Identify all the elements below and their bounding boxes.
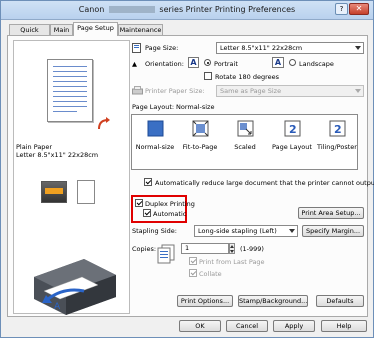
duplex-printing-label[interactable]: Duplex Printing — [145, 200, 195, 208]
layout-normal-size[interactable]: Normal-size — [135, 120, 175, 164]
orientation-label: Orientation: — [145, 60, 184, 68]
portrait-icon: A — [188, 57, 199, 68]
layout-page-layout[interactable]: 2 Page Layout — [272, 120, 312, 164]
layout-scaled[interactable]: Scaled — [225, 120, 265, 164]
printer-duplex-illustration: A — [34, 259, 116, 315]
page-size-icon — [132, 43, 141, 53]
copies-label: Copies: — [132, 245, 157, 253]
landscape-icon: A — [272, 57, 284, 68]
automatic-checkbox[interactable] — [143, 209, 151, 217]
specify-margin-button[interactable]: Specify Margin... — [302, 225, 364, 237]
tiling-glyph: 2 — [334, 123, 342, 136]
layout-tiling-poster-label: Tiling/Poster — [317, 143, 357, 151]
page-setup-panel: Plain Paper Letter 8.5"x11" 22x28cm A Pa… — [7, 35, 374, 317]
auto-reduce-label[interactable]: Automatically reduce large document that… — [155, 179, 374, 187]
page-layout-label: Page Layout: — [132, 103, 175, 111]
collate-label[interactable]: Collate — [199, 270, 222, 278]
printer-paper-size-label: Printer Paper Size: — [145, 87, 205, 95]
tab-page-setup[interactable]: Page Setup — [73, 22, 118, 36]
ok-button[interactable]: OK — [179, 320, 221, 332]
copies-input[interactable]: 1 — [181, 243, 229, 254]
normal-size-icon — [147, 120, 164, 137]
apply-button[interactable]: Apply — [273, 320, 315, 332]
close-button[interactable]: ✕ — [349, 3, 369, 15]
automatic-label[interactable]: Automatic — [153, 210, 186, 218]
stapling-side-value: Long-side stapling (Left) — [198, 227, 277, 235]
tab-main[interactable]: Main — [50, 24, 73, 35]
title-text: series Printer Printing Preferences — [159, 5, 296, 14]
layout-scaled-label: Scaled — [234, 143, 256, 151]
layout-fit-to-page[interactable]: Fit-to-Page — [180, 120, 220, 164]
rotate-180-label[interactable]: Rotate 180 degrees — [215, 73, 279, 81]
tiling-poster-icon: 2 — [329, 120, 346, 137]
copies-range: (1-999) — [240, 245, 264, 253]
page-size-select[interactable]: Letter 8.5"x11" 22x28cm — [216, 42, 364, 54]
paper-source-icon — [41, 181, 67, 203]
preview-media-type: Plain Paper — [16, 143, 53, 151]
orientation-bullet: ▲ — [132, 60, 137, 68]
page-size-label: Page Size: — [145, 44, 179, 52]
printer-paper-size-value: Same as Page Size — [220, 87, 282, 95]
paper-icon — [77, 180, 95, 204]
page-size-value: Letter 8.5"x11" 22x28cm — [220, 44, 303, 52]
print-options-button[interactable]: Print Options... — [177, 295, 233, 307]
cancel-button[interactable]: Cancel — [226, 320, 268, 332]
auto-reduce-checkbox[interactable] — [144, 178, 152, 186]
title-brand: Canon — [78, 5, 105, 14]
defaults-button[interactable]: Defaults — [316, 295, 364, 307]
chevron-down-icon — [355, 46, 361, 50]
layout-tiling-poster[interactable]: 2 Tiling/Poster — [317, 120, 357, 164]
landscape-label[interactable]: Landscape — [299, 60, 334, 68]
printer-paper-size-select[interactable]: Same as Page Size — [216, 85, 364, 97]
portrait-label[interactable]: Portrait — [214, 60, 238, 68]
printer-preferences-window: Canon series Printer Printing Preference… — [0, 0, 374, 338]
title-bar: Canon series Printer Printing Preference… — [1, 1, 373, 20]
redacted-model-name — [108, 6, 155, 13]
landscape-radio[interactable] — [289, 59, 296, 66]
printer-icon — [132, 86, 143, 95]
portrait-radio[interactable] — [204, 59, 211, 66]
collate-checkbox[interactable] — [189, 269, 197, 277]
duplex-printing-checkbox[interactable] — [135, 199, 143, 207]
print-area-setup-button[interactable]: Print Area Setup... — [298, 207, 364, 219]
spin-up-icon — [230, 245, 234, 248]
scaled-icon — [237, 120, 254, 137]
print-from-last-page-checkbox[interactable] — [189, 257, 197, 265]
rotate-180-checkbox[interactable] — [204, 72, 212, 80]
page-layout-glyph: 2 — [289, 123, 297, 136]
preview-paper-size: Letter 8.5"x11" 22x28cm — [16, 151, 99, 159]
fit-to-page-icon — [192, 120, 209, 137]
page-layout-value: Normal-size — [176, 103, 215, 111]
svg-text:A: A — [54, 302, 61, 312]
page-layout-list: Normal-size Fit-to-Page Scaled 2 Page La… — [131, 114, 358, 170]
chevron-down-icon — [289, 229, 295, 233]
stapling-side-label: Stapling Side: — [132, 227, 177, 235]
stamp-background-button[interactable]: Stamp/Background... — [238, 295, 308, 307]
window-title: Canon series Printer Printing Preference… — [1, 5, 373, 14]
print-from-last-page-label[interactable]: Print from Last Page — [199, 258, 265, 266]
page-flip-icon — [98, 117, 110, 130]
stapling-side-select[interactable]: Long-side stapling (Left) — [194, 225, 298, 237]
help-icon[interactable]: ? — [335, 3, 348, 15]
help-button[interactable]: Help — [321, 320, 367, 332]
copies-spinner[interactable] — [229, 243, 235, 254]
tab-maintenance[interactable]: Maintenance — [118, 24, 163, 35]
copies-icon — [157, 244, 175, 264]
preview-pane: Plain Paper Letter 8.5"x11" 22x28cm A — [13, 40, 130, 315]
paper-preview — [47, 59, 93, 122]
spin-down-icon — [230, 250, 234, 253]
page-layout-icon: 2 — [284, 120, 301, 137]
tab-quick-setup[interactable]: Quick Setup — [9, 24, 50, 44]
chevron-down-icon — [355, 89, 361, 93]
